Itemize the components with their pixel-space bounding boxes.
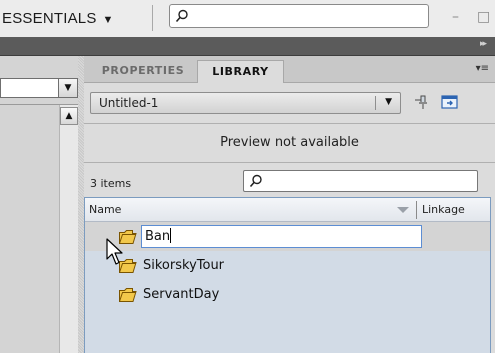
- left-dropdown-field[interactable]: [0, 78, 59, 98]
- document-select[interactable]: Untitled-1 ▼: [90, 92, 401, 114]
- document-select-value: Untitled-1: [99, 96, 159, 110]
- library-search-input[interactable]: [243, 170, 478, 192]
- scroll-up-arrow-icon[interactable]: ▲: [60, 107, 78, 125]
- help-search-input[interactable]: [169, 4, 429, 28]
- column-divider[interactable]: [416, 201, 417, 219]
- column-header-linkage[interactable]: Linkage: [422, 203, 465, 216]
- pin-library-icon[interactable]: [414, 94, 432, 110]
- workspace-switcher[interactable]: ESSENTIALS ▼: [2, 10, 114, 27]
- rename-input-text: Ban: [145, 229, 171, 244]
- list-item[interactable]: Ban: [85, 222, 490, 251]
- list-item-label: SikorskyTour: [143, 258, 225, 273]
- panel-dock-header: ▸▸: [0, 37, 495, 56]
- tab-properties[interactable]: PROPERTIES: [89, 60, 197, 83]
- search-icon: [249, 174, 262, 188]
- column-header-name[interactable]: Name: [89, 203, 121, 216]
- chevron-down-icon[interactable]: ▼: [58, 78, 78, 98]
- collapse-panels-icon[interactable]: ▸▸: [480, 39, 487, 49]
- sort-descending-icon[interactable]: [397, 207, 409, 213]
- item-count: 3 items: [90, 177, 132, 190]
- minimize-button[interactable]: –: [452, 9, 459, 25]
- preview-area: Preview not available: [84, 123, 495, 163]
- maximize-button[interactable]: □: [477, 9, 490, 25]
- new-library-panel-icon[interactable]: [441, 94, 459, 110]
- mouse-cursor-icon: [106, 238, 123, 265]
- list-item[interactable]: ServantDay: [85, 280, 490, 309]
- panel-tabs: PROPERTIES LIBRARY ▾≡: [84, 56, 495, 83]
- search-icon: [175, 9, 188, 23]
- application-bar: ESSENTIALS ▼ – □: [0, 0, 495, 37]
- divider: [152, 5, 153, 31]
- list-item-label: ServantDay: [143, 287, 220, 302]
- library-panel: PROPERTIES LIBRARY ▾≡ Untitled-1 ▼ Previ…: [84, 56, 495, 353]
- divider: [375, 96, 376, 110]
- workspace-label: ESSENTIALS: [2, 10, 97, 27]
- chevron-down-icon: ▼: [385, 97, 392, 107]
- library-item-list[interactable]: Name Linkage Ban SikorskyTour ServantDay: [84, 197, 491, 353]
- list-item[interactable]: SikorskyTour: [85, 251, 490, 280]
- rename-input[interactable]: Ban: [141, 225, 422, 248]
- left-panel: ▼ ▲: [0, 56, 78, 353]
- list-header: Name Linkage: [85, 198, 490, 222]
- scrollbar[interactable]: ▲: [59, 105, 78, 353]
- panel-menu-icon[interactable]: ▾≡: [476, 63, 489, 74]
- text-caret: [170, 228, 172, 243]
- folder-icon: [119, 288, 137, 302]
- tab-library[interactable]: LIBRARY: [197, 60, 284, 83]
- chevron-down-icon: ▼: [102, 14, 114, 26]
